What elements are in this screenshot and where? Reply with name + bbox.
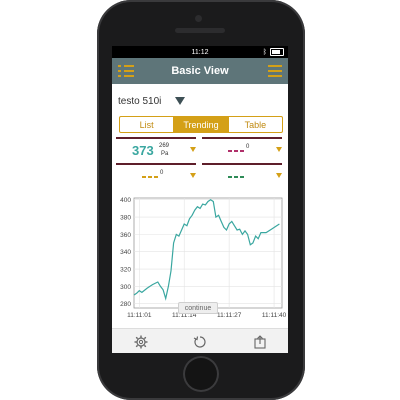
series-dash-icon <box>142 176 158 178</box>
y-tick-label: 400 <box>120 197 131 204</box>
tile-dropdown-icon[interactable] <box>276 173 282 178</box>
home-button[interactable] <box>183 356 219 392</box>
view-tabs: List Trending Table <box>119 116 283 133</box>
reading-tile-2[interactable]: 0 <box>202 137 282 162</box>
reading-tile-1[interactable]: 373 269 Pa <box>116 137 196 162</box>
refresh-icon[interactable] <box>193 335 207 349</box>
reading-tile-4[interactable] <box>202 163 282 188</box>
front-camera <box>195 15 202 22</box>
dropdown-arrow-icon[interactable] <box>175 97 186 105</box>
device-name: testo 510i <box>118 95 162 107</box>
status-time: 11:12 <box>191 48 209 56</box>
tab-trending[interactable]: Trending <box>173 117 228 132</box>
hamburger-menu-icon[interactable] <box>268 65 282 77</box>
plot-area <box>133 197 283 309</box>
x-tick-label: 11:11:27 <box>217 312 242 319</box>
tab-list[interactable]: List <box>120 117 173 132</box>
tile-dropdown-icon[interactable] <box>190 173 196 178</box>
series-dash-icon <box>228 176 244 178</box>
gear-icon[interactable] <box>134 335 148 349</box>
x-tick-label: 11:11:01 <box>127 312 152 319</box>
y-tick-label: 340 <box>120 249 131 256</box>
app-screen: 11:12 ᛒ Basic View testo 510i List Trend… <box>112 46 288 353</box>
y-tick-label: 300 <box>120 284 131 291</box>
reading-unit: Pa <box>161 151 169 157</box>
reading-tile-3[interactable]: 0 <box>116 163 196 188</box>
battery-icon <box>270 48 284 56</box>
nav-bar: Basic View <box>112 58 288 84</box>
series-dash-icon <box>228 150 244 152</box>
x-tick-label: 11:11:40 <box>262 312 287 319</box>
earpiece <box>175 28 225 33</box>
share-icon[interactable] <box>253 335 267 349</box>
device-selector[interactable]: testo 510i <box>118 94 186 108</box>
reading-value: 373 <box>132 143 154 158</box>
reading-value: 0 <box>160 170 164 176</box>
bluetooth-icon: ᛒ <box>262 48 267 56</box>
y-tick-label: 320 <box>120 267 131 274</box>
y-tick-label: 360 <box>120 232 131 239</box>
reading-secondary-value: 269 <box>159 143 170 149</box>
y-tick-label: 280 <box>120 301 131 308</box>
tab-table[interactable]: Table <box>227 117 282 132</box>
status-bar: 11:12 ᛒ <box>112 46 288 58</box>
page-title: Basic View <box>171 65 229 77</box>
reading-value: 0 <box>246 144 250 150</box>
tile-dropdown-icon[interactable] <box>190 147 196 152</box>
bottom-toolbar <box>112 328 288 353</box>
y-tick-label: 380 <box>120 215 131 222</box>
continue-button[interactable]: continue <box>178 302 218 314</box>
tile-dropdown-icon[interactable] <box>276 147 282 152</box>
